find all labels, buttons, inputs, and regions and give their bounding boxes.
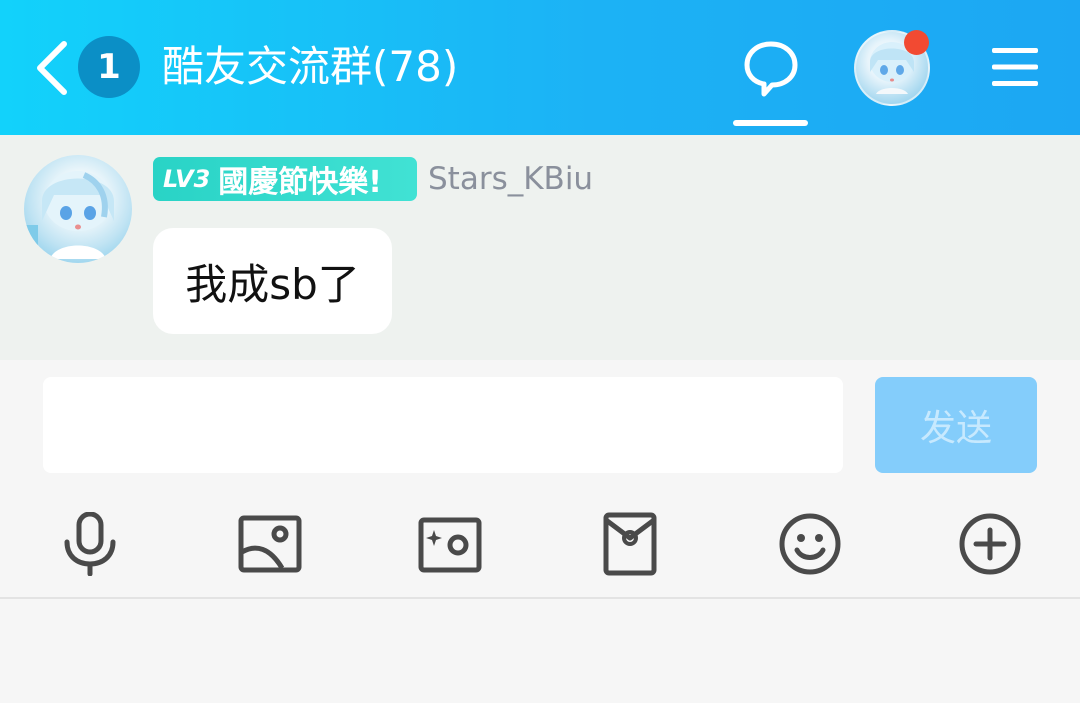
camera-icon — [418, 517, 482, 573]
menu-icon — [992, 48, 1038, 86]
image-icon — [238, 515, 302, 573]
voice-button[interactable] — [58, 512, 122, 576]
member-title-tag: 國慶節快樂! — [218, 165, 382, 200]
extension-panel — [0, 599, 1080, 703]
menu-button[interactable] — [992, 46, 1038, 88]
level-label: LV3 — [163, 165, 211, 193]
more-button[interactable] — [958, 512, 1022, 576]
sender-avatar[interactable] — [24, 155, 132, 263]
plus-circle-icon — [959, 513, 1021, 575]
red-envelope-icon — [603, 512, 657, 576]
send-button[interactable]: 发送 — [875, 377, 1037, 473]
chat-tab[interactable] — [733, 28, 808, 130]
active-tab-indicator — [733, 120, 808, 126]
group-title: 酷友交流群(78) — [162, 42, 459, 91]
smiley-icon — [779, 513, 841, 575]
unread-count-badge: 1 — [78, 36, 140, 98]
sender-name[interactable]: Stars_KBiu — [428, 158, 593, 200]
chat-bubble-icon — [744, 41, 798, 97]
message-input[interactable] — [43, 377, 843, 473]
back-button[interactable] — [30, 38, 74, 98]
microphone-icon — [64, 512, 116, 576]
emoji-button[interactable] — [778, 512, 842, 576]
member-level-badge: LV3 國慶節快樂! — [153, 157, 417, 201]
chat-header: 1 酷友交流群(78) — [0, 0, 1080, 135]
image-button[interactable] — [238, 512, 302, 576]
message-bubble[interactable]: 我成sb了 — [153, 228, 392, 334]
camera-button[interactable] — [418, 512, 482, 576]
red-packet-button[interactable] — [598, 512, 662, 576]
notification-dot — [904, 30, 929, 55]
chevron-left-icon — [37, 41, 67, 95]
avatar-illustration — [24, 171, 114, 263]
